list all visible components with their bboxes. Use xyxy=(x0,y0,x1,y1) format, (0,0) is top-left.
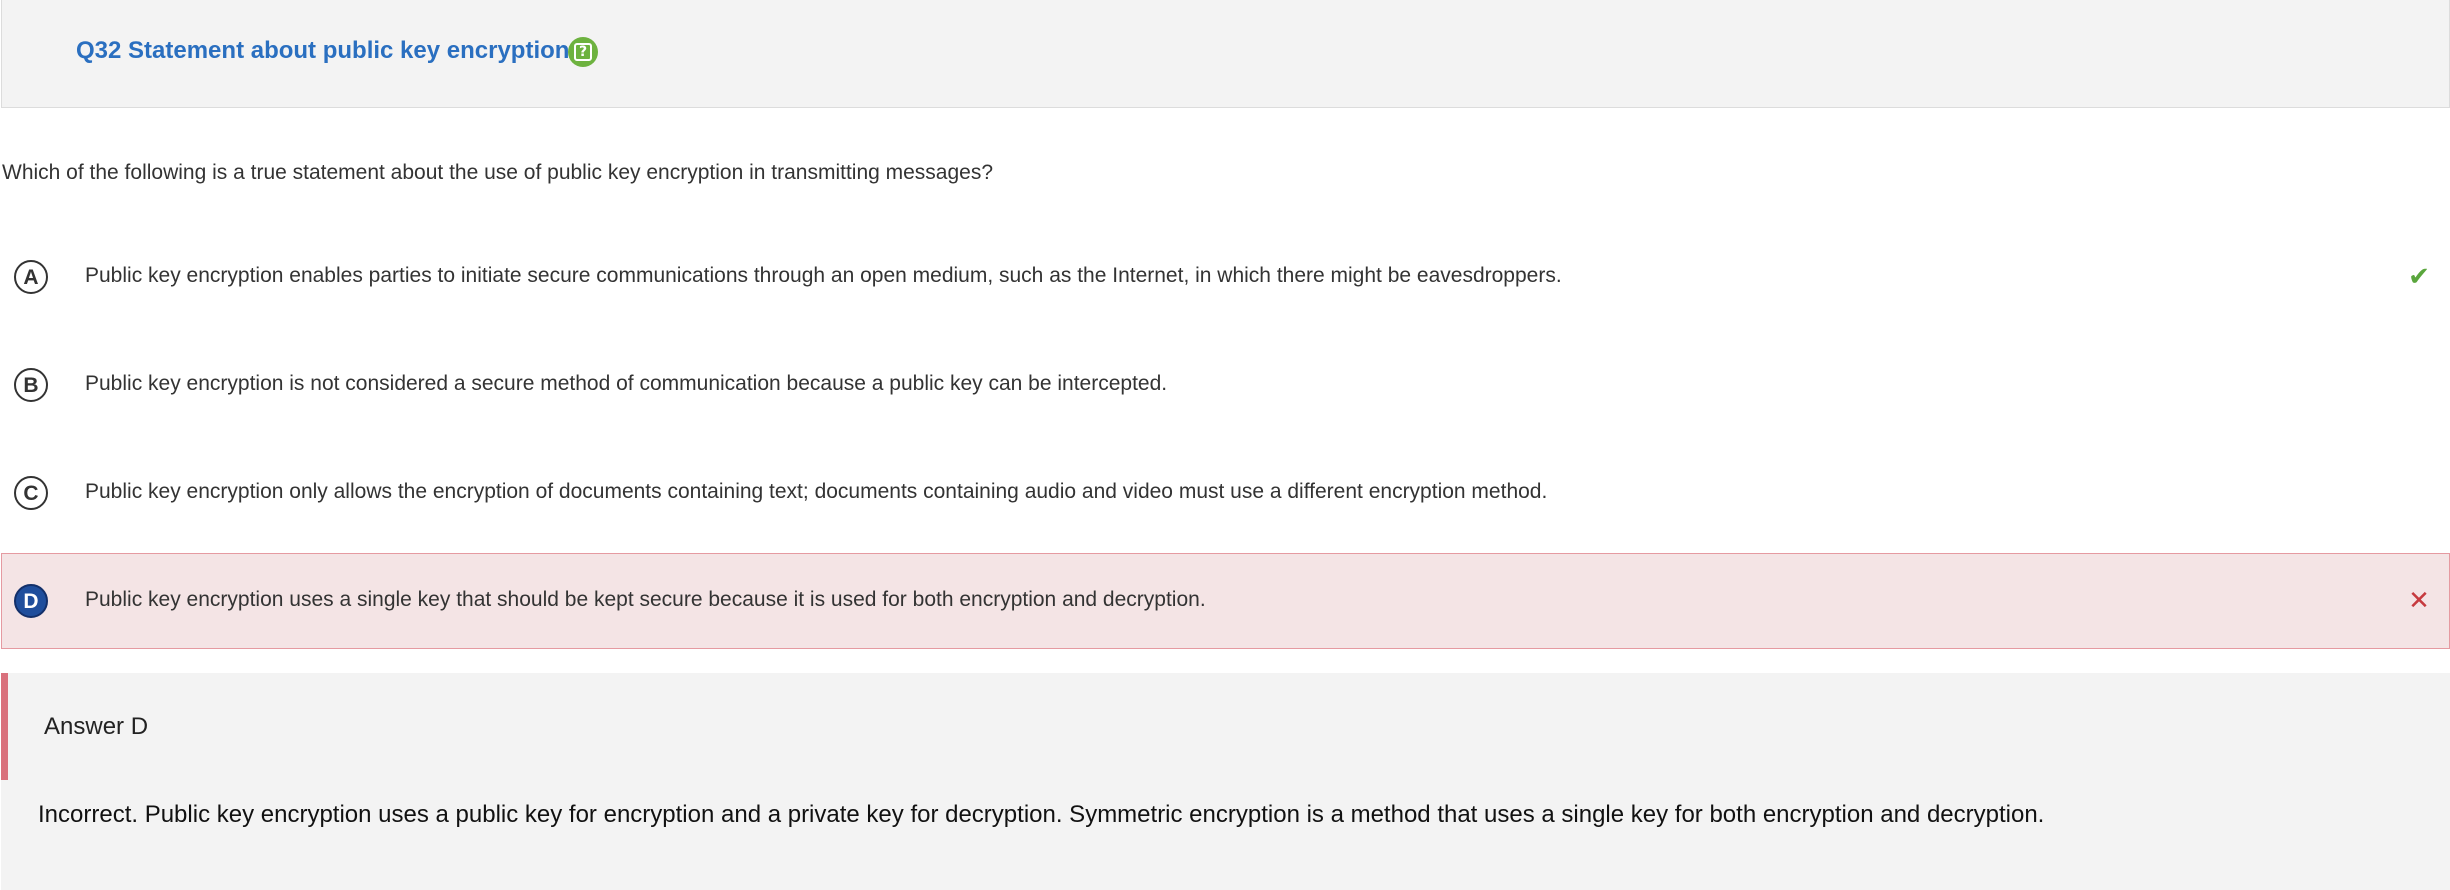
quiz-page: Q32 Statement about public key encryptio… xyxy=(0,0,2450,890)
option-letter-c[interactable]: C xyxy=(14,476,48,510)
option-a[interactable]: A Public key encryption enables parties … xyxy=(1,229,2450,325)
answer-label: Answer D xyxy=(44,713,149,740)
question-title: Q32 Statement about public key encryptio… xyxy=(76,37,570,64)
option-letter-d[interactable]: D xyxy=(14,584,48,618)
option-c[interactable]: C Public key encryption only allows the … xyxy=(1,445,2450,541)
option-b[interactable]: B Public key encryption is not considere… xyxy=(1,337,2450,433)
option-letter-b[interactable]: B xyxy=(14,368,48,402)
question-text: Which of the following is a true stateme… xyxy=(2,161,994,184)
answer-explanation: Incorrect. Public key encryption uses a … xyxy=(38,801,2045,828)
feedback-accent-bar xyxy=(1,673,8,780)
option-text-c: Public key encryption only allows the en… xyxy=(85,480,1548,503)
question-header: Q32 Statement about public key encryptio… xyxy=(1,0,2450,108)
help-question-icon[interactable]: ? xyxy=(568,37,598,67)
option-text-d: Public key encryption uses a single key … xyxy=(85,588,1206,611)
option-text-a: Public key encryption enables parties to… xyxy=(85,264,1562,287)
option-d[interactable]: D Public key encryption uses a single ke… xyxy=(1,553,2450,649)
answer-feedback: Answer D Incorrect. Public key encryptio… xyxy=(1,673,2450,890)
option-letter-a[interactable]: A xyxy=(14,260,48,294)
option-text-b: Public key encryption is not considered … xyxy=(85,372,1168,395)
cross-icon: ✕ xyxy=(2408,585,2430,615)
checkmark-icon: ✔ xyxy=(2408,261,2430,291)
